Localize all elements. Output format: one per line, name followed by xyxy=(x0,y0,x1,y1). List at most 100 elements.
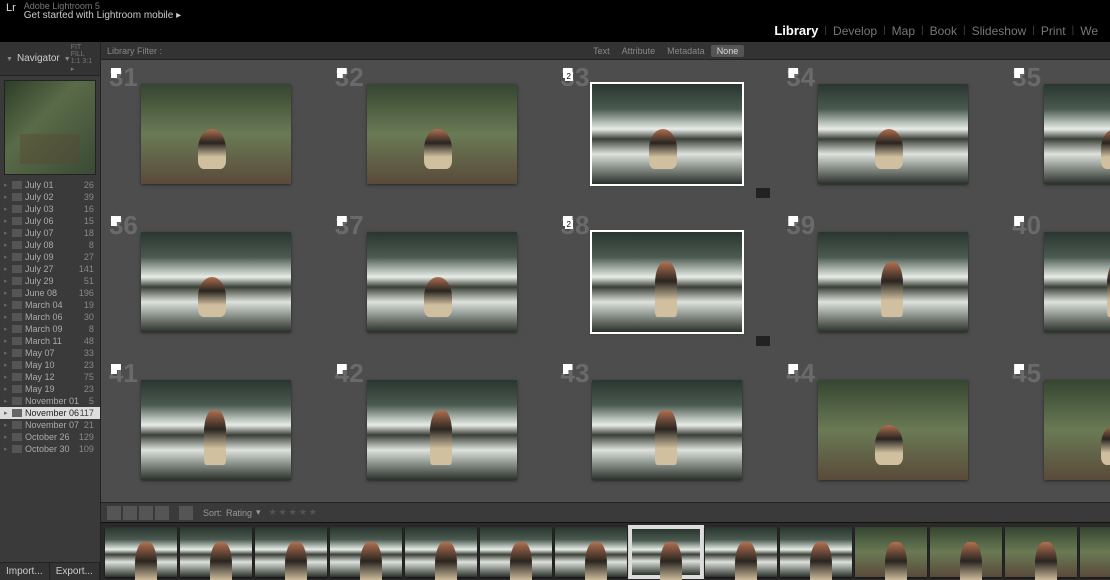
thumbnail[interactable] xyxy=(818,380,968,480)
folder-row[interactable]: ▸May 0733 xyxy=(0,347,100,359)
thumbnail-badge xyxy=(756,336,770,346)
module-develop[interactable]: Develop xyxy=(827,24,883,38)
grid-cell[interactable]: 40 xyxy=(1010,212,1110,352)
navigator-preview[interactable] xyxy=(4,80,96,175)
folder-row[interactable]: ▸July 0126 xyxy=(0,179,100,191)
filmstrip-thumb[interactable] xyxy=(705,527,777,577)
sort-field[interactable]: Rating xyxy=(226,508,252,518)
module-slideshow[interactable]: Slideshow xyxy=(966,24,1033,38)
folder-row[interactable]: ▸October 30109 xyxy=(0,443,100,455)
filter-label: Library Filter : xyxy=(107,46,162,56)
folder-row[interactable]: ▸March 0630 xyxy=(0,311,100,323)
folder-row[interactable]: ▸November 06117 xyxy=(0,407,100,419)
import-button[interactable]: Import... xyxy=(0,563,50,580)
folder-row[interactable]: ▸October 26129 xyxy=(0,431,100,443)
thumbnail[interactable] xyxy=(592,232,742,332)
thumbnail[interactable] xyxy=(367,84,517,184)
grid-cell[interactable]: 41 xyxy=(107,360,325,500)
grid-cell[interactable]: 32 xyxy=(333,64,551,204)
folder-row[interactable]: ▸July 0615 xyxy=(0,215,100,227)
filter-tab-text[interactable]: Text xyxy=(587,45,616,57)
grid-cell[interactable]: 35 xyxy=(1010,64,1110,204)
filmstrip-thumb[interactable] xyxy=(630,527,702,577)
survey-view-icon[interactable] xyxy=(155,506,169,520)
folder-row[interactable]: ▸July 088 xyxy=(0,239,100,251)
folder-row[interactable]: ▸July 0316 xyxy=(0,203,100,215)
grid-cell[interactable]: 382 xyxy=(559,212,777,352)
folder-row[interactable]: ▸July 27141 xyxy=(0,263,100,275)
folder-row[interactable]: ▸May 1023 xyxy=(0,359,100,371)
thumbnail[interactable] xyxy=(141,380,291,480)
export-button[interactable]: Export... xyxy=(50,563,100,580)
filmstrip-thumb[interactable] xyxy=(930,527,1002,577)
sort-dir-icon[interactable]: ▾ xyxy=(256,507,261,518)
filter-tab-none[interactable]: None xyxy=(711,45,745,57)
thumbnail[interactable] xyxy=(141,84,291,184)
module-print[interactable]: Print xyxy=(1035,24,1072,38)
folder-row[interactable]: ▸March 098 xyxy=(0,323,100,335)
filmstrip-thumb[interactable] xyxy=(855,527,927,577)
filmstrip-thumb[interactable] xyxy=(555,527,627,577)
thumbnail[interactable] xyxy=(367,232,517,332)
thumbnail[interactable] xyxy=(592,380,742,480)
filter-tab-metadata[interactable]: Metadata xyxy=(661,45,711,57)
grid-cell[interactable]: 39 xyxy=(784,212,1002,352)
navigator-header[interactable]: Navigator FIT FILL 1:1 3:1 ▸ xyxy=(0,42,100,76)
module-we[interactable]: We xyxy=(1074,24,1104,38)
sort-label: Sort: xyxy=(203,508,222,518)
filter-tab-attribute[interactable]: Attribute xyxy=(616,45,662,57)
filmstrip-thumb[interactable] xyxy=(780,527,852,577)
filmstrip-thumb[interactable] xyxy=(330,527,402,577)
navigator-zoom-opts[interactable]: FIT FILL 1:1 3:1 ▸ xyxy=(71,44,94,73)
module-picker: Library|Develop|Map|Book|Slideshow|Print… xyxy=(0,20,1110,42)
folder-row[interactable]: ▸March 0419 xyxy=(0,299,100,311)
module-map[interactable]: Map xyxy=(886,24,921,38)
grid-cell[interactable]: 332 xyxy=(559,64,777,204)
filmstrip-thumb[interactable] xyxy=(1080,527,1110,577)
filmstrip-thumb[interactable] xyxy=(1005,527,1077,577)
folder-list: ▸July 0126▸July 0239▸July 0316▸July 0615… xyxy=(0,179,100,562)
folder-row[interactable]: ▸July 0239 xyxy=(0,191,100,203)
folder-row[interactable]: ▸June 08196 xyxy=(0,287,100,299)
thumbnail[interactable] xyxy=(1044,380,1110,480)
library-filter-bar: Library Filter : TextAttributeMetadataNo… xyxy=(101,42,1110,60)
filmstrip[interactable] xyxy=(101,522,1110,580)
grid-cell[interactable]: 34 xyxy=(784,64,1002,204)
thumbnail[interactable] xyxy=(818,84,968,184)
grid-cell[interactable]: 43 xyxy=(559,360,777,500)
compare-view-icon[interactable] xyxy=(139,506,153,520)
filmstrip-thumb[interactable] xyxy=(180,527,252,577)
folder-row[interactable]: ▸November 0721 xyxy=(0,419,100,431)
grid-toolbar: Sort: Rating ▾ ★★★★★ Thumbnails xyxy=(101,502,1110,522)
module-library[interactable]: Library xyxy=(768,23,824,38)
filmstrip-thumb[interactable] xyxy=(405,527,477,577)
folder-row[interactable]: ▸March 1148 xyxy=(0,335,100,347)
loupe-view-icon[interactable] xyxy=(123,506,137,520)
folder-row[interactable]: ▸November 015 xyxy=(0,395,100,407)
rating-stars[interactable]: ★★★★★ xyxy=(269,507,319,518)
folder-row[interactable]: ▸May 1923 xyxy=(0,383,100,395)
filmstrip-thumb[interactable] xyxy=(255,527,327,577)
filmstrip-thumb[interactable] xyxy=(480,527,552,577)
grid-cell[interactable]: 36 xyxy=(107,212,325,352)
filmstrip-thumb[interactable] xyxy=(105,527,177,577)
grid-view-icon[interactable] xyxy=(107,506,121,520)
thumbnail[interactable] xyxy=(592,84,742,184)
grid-cell[interactable]: 42 xyxy=(333,360,551,500)
thumbnail[interactable] xyxy=(141,232,291,332)
module-book[interactable]: Book xyxy=(924,24,963,38)
grid-cell[interactable]: 45 xyxy=(1010,360,1110,500)
folder-row[interactable]: ▸July 0927 xyxy=(0,251,100,263)
thumbnail[interactable] xyxy=(1044,84,1110,184)
thumbnail[interactable] xyxy=(367,380,517,480)
grid-cell[interactable]: 31 xyxy=(107,64,325,204)
thumbnail[interactable] xyxy=(818,232,968,332)
app-logo: Lr xyxy=(6,2,16,14)
thumbnail[interactable] xyxy=(1044,232,1110,332)
folder-row[interactable]: ▸May 1275 xyxy=(0,371,100,383)
grid-cell[interactable]: 44 xyxy=(784,360,1002,500)
painter-icon[interactable] xyxy=(179,506,193,520)
folder-row[interactable]: ▸July 0718 xyxy=(0,227,100,239)
folder-row[interactable]: ▸July 2951 xyxy=(0,275,100,287)
grid-cell[interactable]: 37 xyxy=(333,212,551,352)
